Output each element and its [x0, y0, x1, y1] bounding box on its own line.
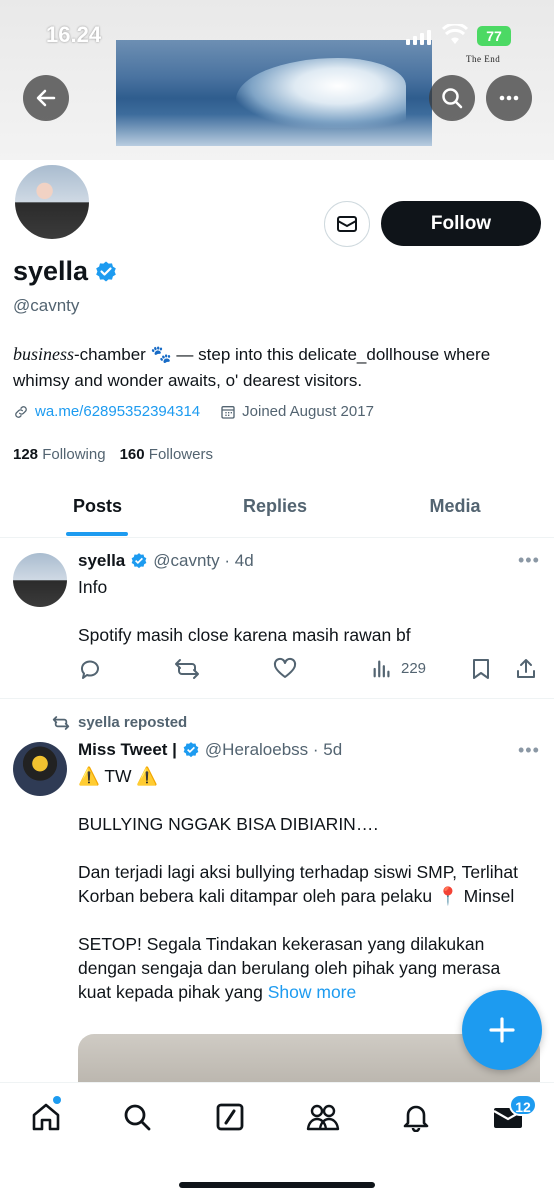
reply-icon — [80, 660, 99, 679]
share-icon — [517, 659, 535, 678]
verified-badge-icon — [183, 742, 199, 758]
tweet-handle-time: @Heraloebss · 5d — [204, 740, 343, 759]
active-tab-indicator — [66, 532, 128, 536]
grok-icon — [216, 1103, 244, 1131]
search-icon — [124, 1104, 151, 1131]
bookmark-button[interactable] — [470, 657, 492, 681]
ellipsis-icon — [499, 95, 519, 101]
followers-link[interactable]: 160 Followers — [120, 446, 213, 463]
home-icon — [32, 1103, 60, 1131]
joined-date: Joined August 2017 — [242, 403, 374, 420]
battery-indicator: 77 — [477, 26, 511, 46]
tweet-text-content: ⚠️ TW ⚠️ BULLYING NGGAK BISA DIBIARIN…. … — [78, 766, 518, 1002]
communities-icon — [306, 1104, 340, 1131]
repost-label[interactable]: syella reposted — [78, 714, 187, 731]
tweet-more-icon[interactable]: ••• — [518, 550, 540, 571]
tweet-author-name[interactable]: syella — [78, 551, 125, 571]
message-button[interactable] — [324, 201, 370, 247]
tweet-text: Info Spotify masih close karena masih ra… — [78, 577, 411, 645]
nav-communities[interactable] — [303, 1097, 343, 1137]
profile-tabs: Posts Replies Media — [0, 484, 554, 538]
profile-meta: wa.me/62895352394314 Joined August 2017 — [13, 403, 374, 420]
envelope-icon — [337, 216, 357, 232]
verified-badge-icon — [131, 553, 147, 569]
search-icon — [442, 88, 463, 109]
profile-avatar[interactable] — [12, 162, 92, 242]
messages-badge: 12 — [509, 1094, 537, 1116]
bio-italic-text: business — [13, 344, 75, 364]
reply-button[interactable] — [78, 657, 102, 681]
bio-text: -chamber 🐾 — step into this delicate_dol… — [13, 345, 491, 390]
compose-post-button[interactable] — [462, 990, 542, 1070]
tweet-author-name[interactable]: Miss Tweet | — [78, 740, 177, 760]
wifi-icon — [442, 24, 468, 44]
verified-badge-icon[interactable] — [94, 260, 118, 284]
retweet-icon — [175, 659, 199, 679]
profile-display-name: syella — [13, 256, 118, 287]
bell-icon — [403, 1105, 429, 1132]
analytics-icon — [373, 660, 390, 678]
home-notification-dot — [53, 1096, 61, 1104]
follow-button[interactable]: Follow — [381, 201, 541, 246]
tab-posts[interactable]: Posts — [40, 484, 155, 538]
back-button[interactable] — [23, 75, 69, 121]
display-name-text: syella — [13, 256, 89, 286]
retweet-button[interactable] — [174, 657, 200, 681]
like-button[interactable] — [273, 657, 297, 681]
tweet-avatar[interactable] — [13, 553, 67, 607]
bookmark-icon — [473, 659, 489, 679]
profile-handle: @cavnty — [13, 296, 80, 315]
tab-replies[interactable]: Replies — [215, 484, 335, 538]
profile-link[interactable]: wa.me/62895352394314 — [35, 403, 200, 420]
tweet-header: syella @cavnty · 4d — [78, 551, 254, 571]
more-options-button[interactable] — [486, 75, 532, 121]
nav-notifications[interactable] — [396, 1097, 436, 1137]
status-bar: 16.24 77 — [0, 22, 554, 52]
show-more-link[interactable]: Show more — [268, 982, 357, 1002]
nav-search[interactable] — [117, 1097, 157, 1137]
share-button[interactable] — [514, 657, 538, 681]
cellular-signal-icon — [406, 30, 431, 45]
retweet-icon — [52, 715, 70, 730]
plus-icon — [489, 1017, 515, 1043]
calendar-icon — [221, 405, 235, 419]
nav-home[interactable] — [26, 1097, 66, 1137]
banner-caption: The End — [466, 54, 501, 64]
status-time: 16.24 — [46, 22, 102, 47]
tweet-actions: 229 — [78, 657, 540, 681]
banner-image — [116, 40, 432, 146]
tweet-handle-time: @cavnty · 4d — [153, 551, 254, 570]
tweet-more-icon[interactable]: ••• — [518, 740, 540, 761]
tweet-avatar[interactable] — [13, 742, 67, 796]
following-link[interactable]: 128 Following — [13, 446, 106, 463]
home-indicator[interactable] — [179, 1182, 375, 1188]
repost-indicator: syella reposted — [52, 714, 187, 731]
arrow-left-icon — [36, 89, 56, 107]
tweet-header: Miss Tweet | @Heraloebss · 5d — [78, 740, 342, 760]
follow-counts: 128 Following 160 Followers — [13, 446, 213, 463]
tab-media[interactable]: Media — [400, 484, 510, 538]
link-icon — [15, 405, 27, 418]
search-button[interactable] — [429, 75, 475, 121]
profile-bio: business-chamber 🐾 — step into this deli… — [13, 341, 533, 394]
tweet-text: ⚠️ TW ⚠️ BULLYING NGGAK BISA DIBIARIN…. … — [78, 764, 538, 1004]
views-button[interactable]: 229 — [371, 657, 426, 679]
wave-graphic — [236, 58, 406, 128]
heart-icon — [273, 657, 297, 678]
nav-grok[interactable] — [210, 1097, 250, 1137]
tweet-divider — [0, 698, 554, 699]
views-count: 229 — [401, 659, 427, 677]
